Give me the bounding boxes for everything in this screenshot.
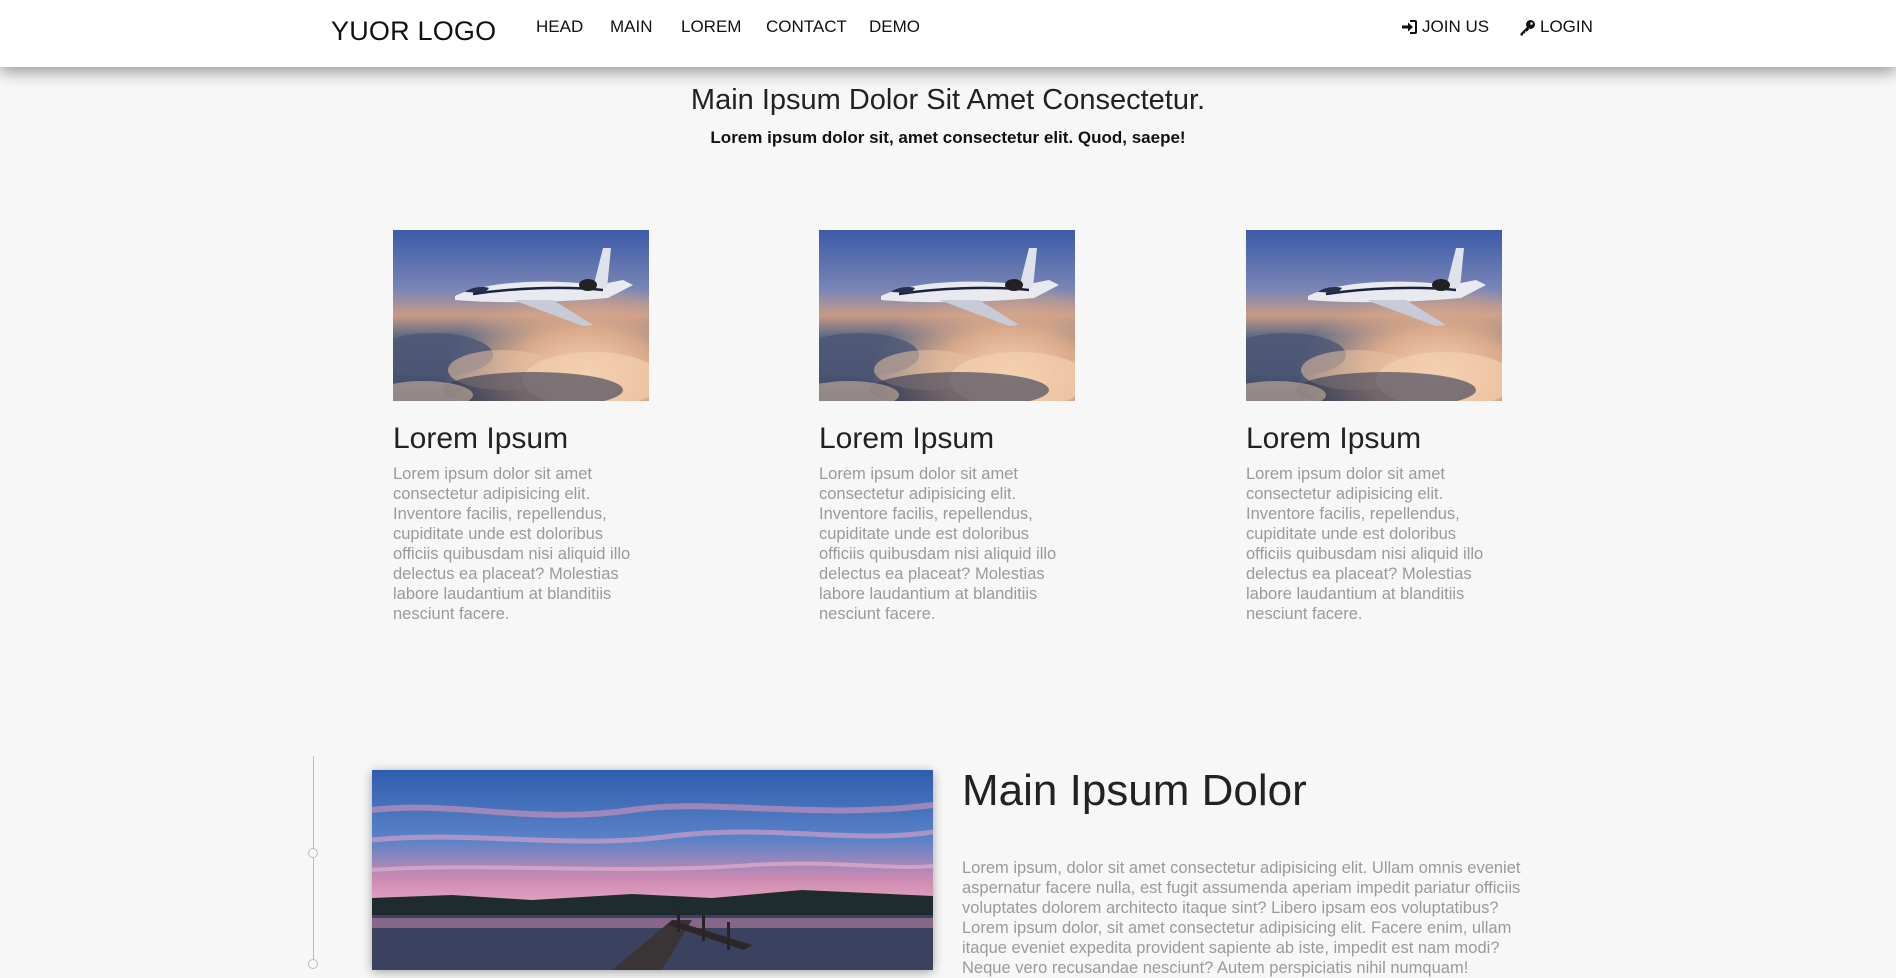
key-icon	[1520, 19, 1535, 35]
card-image-airplane	[819, 230, 1075, 401]
timeline-line	[313, 756, 314, 967]
card-image-airplane	[1246, 230, 1502, 401]
navbar: YUOR LOGO HEAD MAIN LOREM CONTACT DEMO J…	[0, 0, 1896, 67]
feature-image-lake-pier	[372, 770, 933, 970]
nav-item-lorem[interactable]: LOREM	[681, 17, 741, 37]
feature-text: Lorem ipsum, dolor sit amet consectetur …	[962, 859, 1521, 977]
page-subtitle: Lorem ipsum dolor sit, amet consectetur …	[710, 128, 1186, 147]
feature-title: Main Ipsum Dolor	[962, 766, 1307, 815]
feature-card: Lorem Ipsum Lorem ipsum dolor sit amet c…	[819, 230, 1075, 624]
nav-item-contact[interactable]: CONTACT	[766, 17, 847, 37]
logo[interactable]: YUOR LOGO	[331, 16, 496, 47]
card-text: Lorem ipsum dolor sit amet consectetur a…	[1246, 465, 1484, 623]
card-text: Lorem ipsum dolor sit amet consectetur a…	[393, 465, 631, 623]
login-button[interactable]: LOGIN	[1519, 17, 1593, 37]
nav-item-demo[interactable]: DEMO	[869, 17, 920, 37]
login-label: LOGIN	[1540, 17, 1593, 36]
card-title: Lorem Ipsum	[393, 422, 569, 455]
page-title: Main Ipsum Dolor Sit Amet Consectetur.	[690, 84, 1206, 116]
feature-card: Lorem Ipsum Lorem ipsum dolor sit amet c…	[1246, 230, 1502, 624]
timeline-dot	[308, 959, 318, 969]
join-us-button[interactable]: JOIN US	[1401, 17, 1489, 37]
join-us-label: JOIN US	[1422, 17, 1490, 36]
feature-card: Lorem Ipsum Lorem ipsum dolor sit amet c…	[393, 230, 649, 624]
card-title: Lorem Ipsum	[1246, 422, 1422, 455]
sign-in-icon	[1402, 20, 1417, 34]
card-title: Lorem Ipsum	[819, 422, 995, 455]
nav-item-head[interactable]: HEAD	[536, 17, 583, 37]
card-image-airplane	[393, 230, 649, 401]
card-text: Lorem ipsum dolor sit amet consectetur a…	[819, 465, 1057, 623]
timeline-dot	[308, 848, 318, 858]
nav-item-main[interactable]: MAIN	[610, 17, 653, 37]
